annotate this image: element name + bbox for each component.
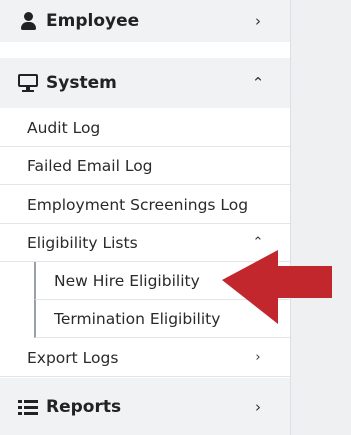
sidebar-item-label: System xyxy=(46,73,117,93)
user-icon xyxy=(18,10,40,32)
submenu-item-label: Termination Eligibility xyxy=(54,309,221,328)
menu-item-export-logs[interactable]: Export Logs › xyxy=(0,339,290,377)
chevron-up-icon: ⌃ xyxy=(252,235,264,250)
sidebar-item-system[interactable]: System ⌃ xyxy=(0,58,290,108)
sidebar-item-label: Reports xyxy=(46,396,122,417)
chevron-right-icon: › xyxy=(255,397,261,416)
menu-item-failed-email-log[interactable]: Failed Email Log xyxy=(0,147,290,185)
menu-item-label: Export Logs xyxy=(27,348,119,367)
red-arrow-shape xyxy=(222,250,332,324)
menu-item-label: Audit Log xyxy=(27,118,101,137)
menu-item-employment-screenings-log[interactable]: Employment Screenings Log xyxy=(0,186,290,224)
chevron-right-icon: › xyxy=(255,12,261,30)
menu-item-label: Employment Screenings Log xyxy=(27,195,249,214)
submenu-item-label: New Hire Eligibility xyxy=(54,271,200,290)
red-arrow-icon xyxy=(222,250,332,324)
sidebar-item-reports[interactable]: Reports › xyxy=(0,378,290,435)
chevron-up-icon: ⌃ xyxy=(251,74,265,92)
sidebar-nav: Employee › System ⌃ Audit Log Failed Ema… xyxy=(0,0,291,435)
menu-item-label: Failed Email Log xyxy=(27,156,153,175)
sidebar-item-employee[interactable]: Employee › xyxy=(0,0,290,42)
menu-item-audit-log[interactable]: Audit Log xyxy=(0,109,290,147)
list-icon xyxy=(18,396,40,418)
sidebar-item-label: Employee xyxy=(46,11,140,31)
monitor-icon xyxy=(18,72,40,94)
menu-item-label: Eligibility Lists xyxy=(27,233,138,252)
chevron-right-icon: › xyxy=(255,350,261,365)
